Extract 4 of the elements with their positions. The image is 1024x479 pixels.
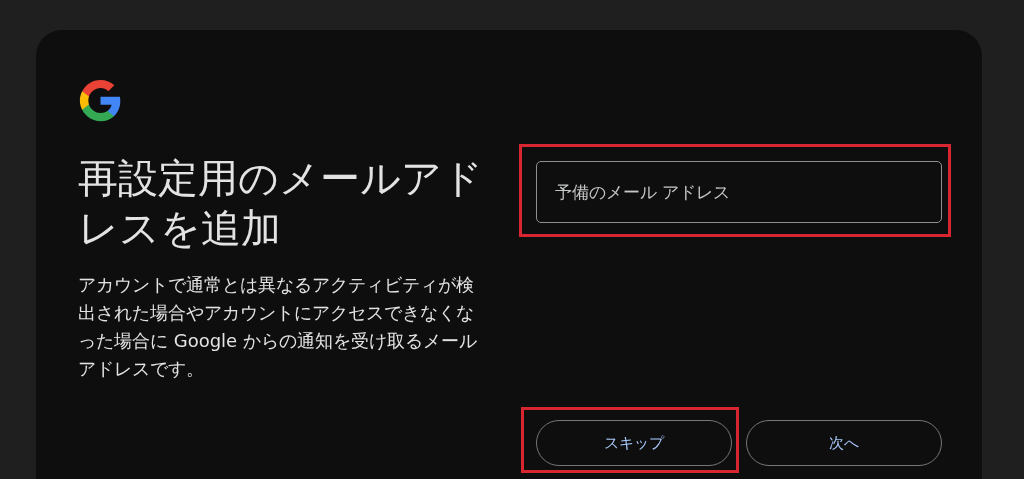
google-logo-icon xyxy=(78,78,123,123)
email-input-field[interactable]: 予備のメール アドレス xyxy=(536,161,942,223)
page-title: 再設定用のメールアドレスを追加 xyxy=(78,154,484,253)
description-text: アカウントで通常とは異なるアクティビティが検出された場合やアカウントにアクセスできなくなった場合に Google からの通知を受け取るメールアドレスです。 xyxy=(78,273,478,381)
